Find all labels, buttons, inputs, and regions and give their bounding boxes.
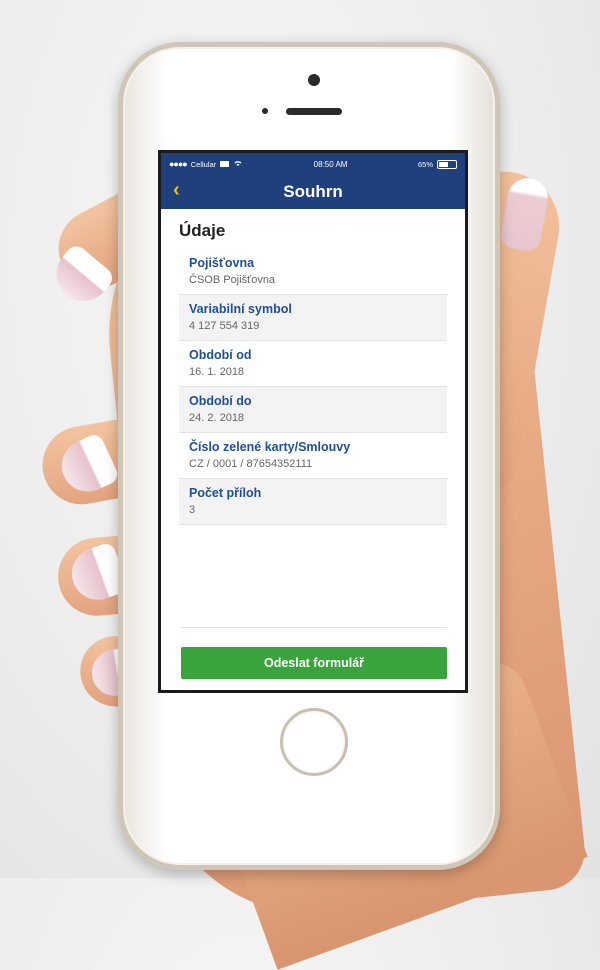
field-value: 4 127 554 319	[189, 320, 260, 332]
field-row-attachments: Počet příloh 3	[179, 479, 447, 525]
field-label: Číslo zelené karty/Smlouvy	[189, 440, 351, 454]
field-label: Období do	[189, 394, 252, 408]
status-bar: ●●●● Cellular 08:50 AM 65%	[161, 153, 465, 175]
divider	[181, 627, 447, 628]
field-label: Variabilní symbol	[189, 302, 292, 316]
field-label: Pojišťovna	[189, 256, 255, 270]
home-button[interactable]	[280, 708, 348, 776]
field-value: CZ / 0001 / 87654352111	[189, 458, 313, 470]
wifi-icon	[233, 159, 243, 169]
field-value: 24. 2. 2018	[189, 412, 245, 424]
nav-bar: ‹ Souhrn	[161, 175, 465, 209]
field-value: 3	[189, 504, 196, 516]
back-chevron-icon[interactable]: ‹	[173, 179, 180, 202]
carrier-label: Cellular	[190, 159, 217, 169]
summary-content: Údaje Pojišťovna ČSOB Pojišťovna Variabi…	[161, 209, 465, 525]
field-label: Počet příloh	[189, 486, 262, 500]
section-title: Údaje	[179, 221, 226, 240]
field-row-insurer: Pojišťovna ČSOB Pojišťovna	[179, 249, 447, 295]
field-row-variable-symbol: Variabilní symbol 4 127 554 319	[179, 295, 447, 341]
mail-icon	[220, 161, 230, 167]
front-camera-icon	[308, 74, 320, 86]
field-row-period-from: Období od 16. 1. 2018	[179, 341, 447, 387]
field-row-green-card: Číslo zelené karty/Smlouvy CZ / 0001 / 8…	[179, 433, 447, 479]
page-title: Souhrn	[283, 182, 343, 201]
status-time: 08:50 AM	[313, 159, 348, 169]
proximity-sensor-icon	[262, 108, 268, 114]
earpiece-speaker	[286, 108, 342, 115]
field-value: 16. 1. 2018	[189, 366, 245, 378]
battery-icon	[437, 159, 457, 169]
phone-screen: ●●●● Cellular 08:50 AM 65% ‹ Souhrn Údaj…	[158, 150, 468, 693]
field-row-period-to: Období do 24. 2. 2018	[179, 387, 447, 433]
field-label: Období od	[189, 348, 252, 362]
field-value: ČSOB Pojišťovna	[189, 274, 276, 286]
signal-icon: ●●●●	[169, 159, 188, 169]
battery-percent: 65%	[417, 159, 433, 169]
submit-form-button[interactable]: Odeslat formulář	[181, 647, 447, 679]
